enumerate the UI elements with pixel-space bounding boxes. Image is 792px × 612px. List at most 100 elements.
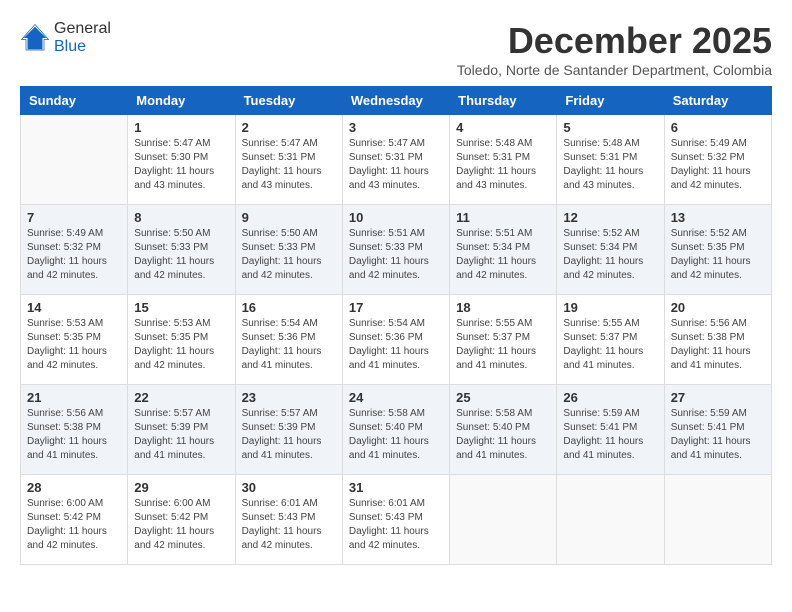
day-number: 2: [242, 120, 336, 135]
day-info: Sunrise: 5:53 AMSunset: 5:35 PMDaylight:…: [27, 317, 121, 373]
day-number: 15: [134, 300, 228, 315]
weekday-header-sunday: Sunday: [21, 87, 128, 115]
day-info: Sunrise: 6:01 AMSunset: 5:43 PMDaylight:…: [349, 497, 443, 553]
day-info: Sunrise: 5:53 AMSunset: 5:35 PMDaylight:…: [134, 317, 228, 373]
day-info: Sunrise: 5:47 AMSunset: 5:31 PMDaylight:…: [242, 137, 336, 193]
location-title: Toledo, Norte de Santander Department, C…: [457, 62, 772, 78]
day-info: Sunrise: 5:48 AMSunset: 5:31 PMDaylight:…: [563, 137, 657, 193]
day-info: Sunrise: 5:59 AMSunset: 5:41 PMDaylight:…: [563, 407, 657, 463]
day-info: Sunrise: 5:57 AMSunset: 5:39 PMDaylight:…: [134, 407, 228, 463]
day-info: Sunrise: 5:49 AMSunset: 5:32 PMDaylight:…: [27, 227, 121, 283]
calendar-cell: 21 Sunrise: 5:56 AMSunset: 5:38 PMDayligh…: [21, 385, 128, 475]
day-number: 8: [134, 210, 228, 225]
weekday-header-row: SundayMondayTuesdayWednesdayThursdayFrid…: [21, 87, 772, 115]
calendar-cell: [664, 475, 771, 565]
calendar-cell: 29 Sunrise: 6:00 AMSunset: 5:42 PMDayligh…: [128, 475, 235, 565]
calendar-cell: 22 Sunrise: 5:57 AMSunset: 5:39 PMDayligh…: [128, 385, 235, 475]
day-number: 16: [242, 300, 336, 315]
day-info: Sunrise: 5:54 AMSunset: 5:36 PMDaylight:…: [349, 317, 443, 373]
calendar-cell: [450, 475, 557, 565]
logo: General Blue: [20, 20, 111, 56]
logo-general: General: [54, 20, 111, 37]
calendar-cell: [557, 475, 664, 565]
page-header: General Blue December 2025 Toledo, Norte…: [20, 20, 772, 78]
calendar-cell: 17 Sunrise: 5:54 AMSunset: 5:36 PMDayligh…: [342, 295, 449, 385]
calendar-week-3: 14 Sunrise: 5:53 AMSunset: 5:35 PMDayligh…: [21, 295, 772, 385]
calendar-cell: 9 Sunrise: 5:50 AMSunset: 5:33 PMDaylight…: [235, 205, 342, 295]
day-number: 27: [671, 390, 765, 405]
day-number: 7: [27, 210, 121, 225]
day-info: Sunrise: 5:59 AMSunset: 5:41 PMDaylight:…: [671, 407, 765, 463]
day-number: 5: [563, 120, 657, 135]
calendar-week-2: 7 Sunrise: 5:49 AMSunset: 5:32 PMDaylight…: [21, 205, 772, 295]
day-number: 20: [671, 300, 765, 315]
day-number: 4: [456, 120, 550, 135]
calendar-cell: 19Sunrise: 5:55 AMSunset: 5:37 PMDayligh…: [557, 295, 664, 385]
day-info: Sunrise: 5:58 AMSunset: 5:40 PMDaylight:…: [349, 407, 443, 463]
calendar-cell: 13 Sunrise: 5:52 AMSunset: 5:35 PMDayligh…: [664, 205, 771, 295]
calendar-cell: 16Sunrise: 5:54 AMSunset: 5:36 PMDayligh…: [235, 295, 342, 385]
day-number: 22: [134, 390, 228, 405]
day-number: 21: [27, 390, 121, 405]
day-info: Sunrise: 5:58 AMSunset: 5:40 PMDaylight:…: [456, 407, 550, 463]
day-info: Sunrise: 6:01 AMSunset: 5:43 PMDaylight:…: [242, 497, 336, 553]
day-info: Sunrise: 5:48 AMSunset: 5:31 PMDaylight:…: [456, 137, 550, 193]
day-number: 19: [563, 300, 657, 315]
day-number: 14: [27, 300, 121, 315]
title-block: December 2025 Toledo, Norte de Santander…: [457, 20, 772, 78]
day-number: 31: [349, 480, 443, 495]
calendar-cell: 11 Sunrise: 5:51 AMSunset: 5:34 PMDayligh…: [450, 205, 557, 295]
calendar-cell: 28 Sunrise: 6:00 AMSunset: 5:42 PMDayligh…: [21, 475, 128, 565]
day-number: 23: [242, 390, 336, 405]
day-info: Sunrise: 5:50 AMSunset: 5:33 PMDaylight:…: [242, 227, 336, 283]
logo-blue: Blue: [54, 38, 86, 55]
calendar-cell: 14 Sunrise: 5:53 AMSunset: 5:35 PMDayligh…: [21, 295, 128, 385]
day-number: 30: [242, 480, 336, 495]
day-info: Sunrise: 5:50 AMSunset: 5:33 PMDaylight:…: [134, 227, 228, 283]
calendar-cell: 4 Sunrise: 5:48 AMSunset: 5:31 PMDaylight…: [450, 115, 557, 205]
calendar-cell: 6 Sunrise: 5:49 AMSunset: 5:32 PMDaylight…: [664, 115, 771, 205]
day-number: 25: [456, 390, 550, 405]
weekday-header-friday: Friday: [557, 87, 664, 115]
calendar-cell: 26Sunrise: 5:59 AMSunset: 5:41 PMDayligh…: [557, 385, 664, 475]
month-title: December 2025: [457, 20, 772, 62]
calendar-cell: 8 Sunrise: 5:50 AMSunset: 5:33 PMDaylight…: [128, 205, 235, 295]
calendar-week-5: 28 Sunrise: 6:00 AMSunset: 5:42 PMDayligh…: [21, 475, 772, 565]
day-number: 11: [456, 210, 550, 225]
calendar-cell: 30 Sunrise: 6:01 AMSunset: 5:43 PMDayligh…: [235, 475, 342, 565]
day-info: Sunrise: 5:51 AMSunset: 5:34 PMDaylight:…: [456, 227, 550, 283]
day-number: 17: [349, 300, 443, 315]
calendar-cell: 2 Sunrise: 5:47 AMSunset: 5:31 PMDaylight…: [235, 115, 342, 205]
day-number: 29: [134, 480, 228, 495]
logo-icon: [20, 23, 50, 53]
day-number: 6: [671, 120, 765, 135]
calendar-cell: 15 Sunrise: 5:53 AMSunset: 5:35 PMDayligh…: [128, 295, 235, 385]
calendar-cell: 27 Sunrise: 5:59 AMSunset: 5:41 PMDayligh…: [664, 385, 771, 475]
day-info: Sunrise: 5:56 AMSunset: 5:38 PMDaylight:…: [27, 407, 121, 463]
calendar-cell: [21, 115, 128, 205]
day-info: Sunrise: 5:51 AMSunset: 5:33 PMDaylight:…: [349, 227, 443, 283]
day-info: Sunrise: 5:56 AMSunset: 5:38 PMDaylight:…: [671, 317, 765, 373]
calendar-week-4: 21 Sunrise: 5:56 AMSunset: 5:38 PMDayligh…: [21, 385, 772, 475]
day-number: 18: [456, 300, 550, 315]
day-info: Sunrise: 5:57 AMSunset: 5:39 PMDaylight:…: [242, 407, 336, 463]
calendar-cell: 20 Sunrise: 5:56 AMSunset: 5:38 PMDayligh…: [664, 295, 771, 385]
calendar-table: SundayMondayTuesdayWednesdayThursdayFrid…: [20, 86, 772, 565]
calendar-cell: 3Sunrise: 5:47 AMSunset: 5:31 PMDaylight…: [342, 115, 449, 205]
calendar-cell: 24Sunrise: 5:58 AMSunset: 5:40 PMDayligh…: [342, 385, 449, 475]
day-info: Sunrise: 5:55 AMSunset: 5:37 PMDaylight:…: [456, 317, 550, 373]
day-info: Sunrise: 5:52 AMSunset: 5:35 PMDaylight:…: [671, 227, 765, 283]
calendar-cell: 10Sunrise: 5:51 AMSunset: 5:33 PMDayligh…: [342, 205, 449, 295]
day-number: 13: [671, 210, 765, 225]
day-info: Sunrise: 5:49 AMSunset: 5:32 PMDaylight:…: [671, 137, 765, 193]
day-info: Sunrise: 6:00 AMSunset: 5:42 PMDaylight:…: [27, 497, 121, 553]
calendar-cell: 7 Sunrise: 5:49 AMSunset: 5:32 PMDaylight…: [21, 205, 128, 295]
weekday-header-wednesday: Wednesday: [342, 87, 449, 115]
day-info: Sunrise: 6:00 AMSunset: 5:42 PMDaylight:…: [134, 497, 228, 553]
day-number: 9: [242, 210, 336, 225]
weekday-header-thursday: Thursday: [450, 87, 557, 115]
calendar-cell: 5 Sunrise: 5:48 AMSunset: 5:31 PMDaylight…: [557, 115, 664, 205]
day-number: 28: [27, 480, 121, 495]
calendar-cell: 18 Sunrise: 5:55 AMSunset: 5:37 PMDayligh…: [450, 295, 557, 385]
calendar-cell: 1Sunrise: 5:47 AMSunset: 5:30 PMDaylight…: [128, 115, 235, 205]
